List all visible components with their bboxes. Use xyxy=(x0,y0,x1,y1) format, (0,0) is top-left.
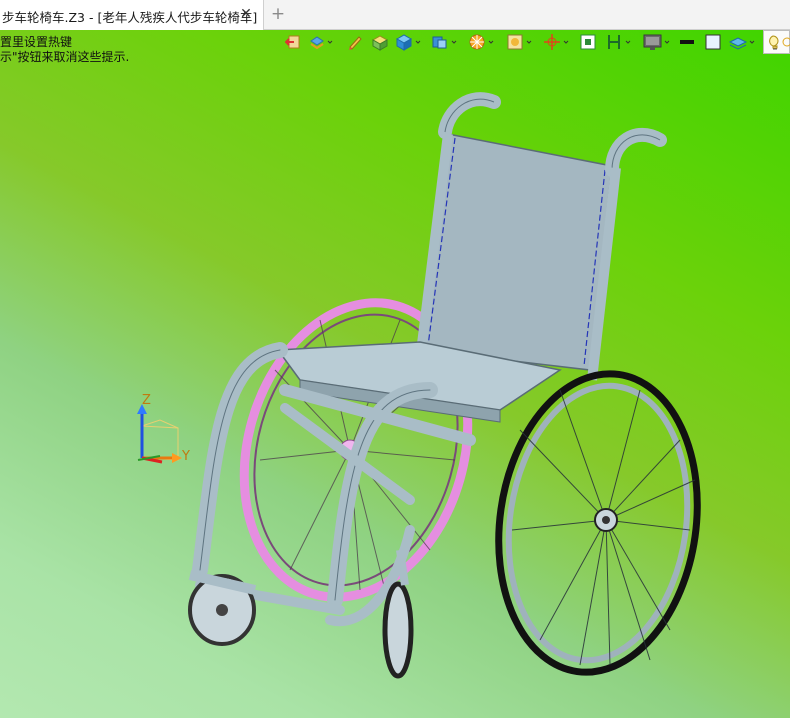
front-caster-left xyxy=(188,570,257,646)
cad-app-window: 步车轮椅车.Z3 - [老年人残疾人代步车轮椅车] ✕ + 置里设置热键 示"按… xyxy=(0,0,790,718)
document-tab[interactable]: 步车轮椅车.Z3 - [老年人残疾人代步车轮椅车] ✕ xyxy=(0,0,264,30)
3d-viewport[interactable]: 置里设置热键 示"按钮来取消这些提示. Z Y xyxy=(0,30,790,718)
right-rear-wheel xyxy=(495,370,701,676)
document-tab-title: 步车轮椅车.Z3 - [老年人残疾人代步车轮椅车] xyxy=(2,10,258,25)
tab-bar: 步车轮椅车.Z3 - [老年人残疾人代步车轮椅车] ✕ + xyxy=(0,0,790,30)
close-tab-icon[interactable]: ✕ xyxy=(238,5,254,23)
wheelchair-model[interactable] xyxy=(0,30,790,718)
backrest xyxy=(415,92,667,381)
new-tab-icon[interactable]: + xyxy=(270,4,286,24)
